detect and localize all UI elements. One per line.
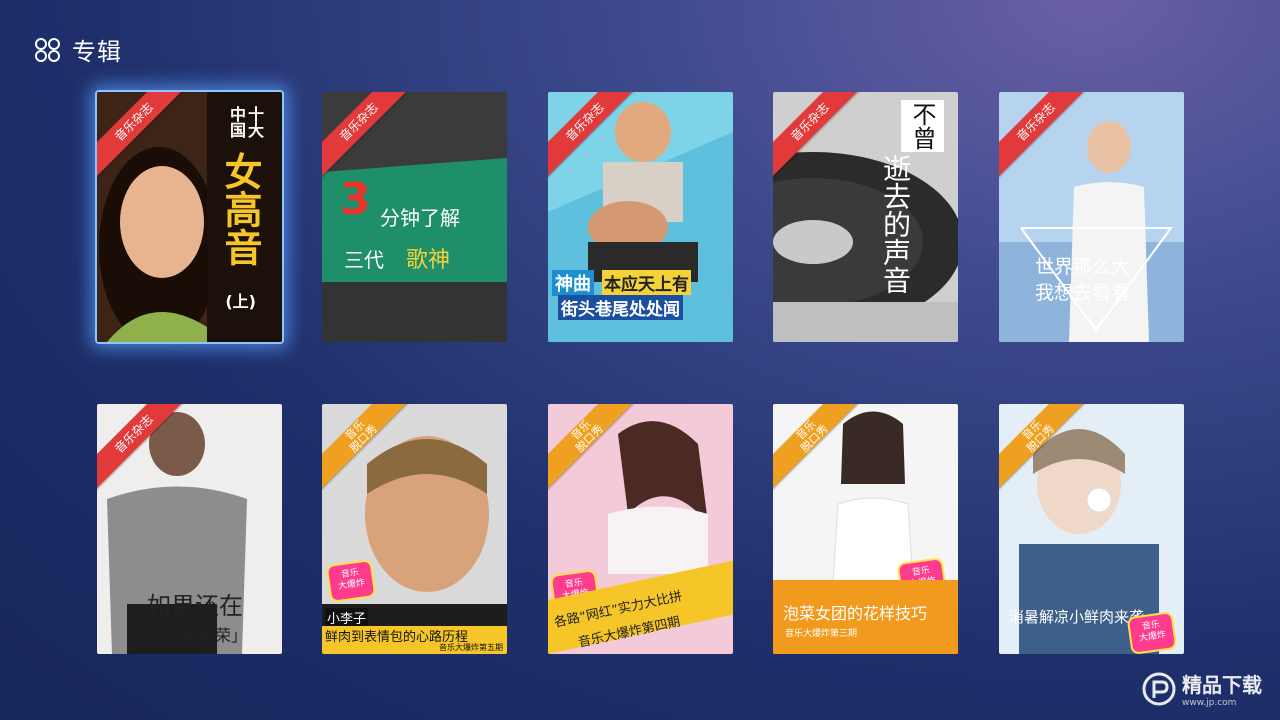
album-card-9[interactable]: 音乐 脱口秀 音乐 大爆炸 泡菜女团的花样技巧 音乐大爆炸第三期 <box>773 404 958 654</box>
cover-title: 逝去的声音 <box>879 154 912 294</box>
cover-subtitle: 「张国荣」 <box>167 626 248 645</box>
cover-title: 本应天上有 <box>602 270 691 295</box>
cover-title: 泡菜女团的花样技巧 <box>783 604 928 623</box>
cover-caption-band: 泡菜女团的花样技巧 音乐大爆炸第三期 <box>773 580 958 654</box>
cover-text-small: 十大 <box>245 106 264 138</box>
show-logo: 音乐 大爆炸 <box>1128 613 1176 653</box>
cover-subtitle: 我想去看看 <box>1035 282 1131 304</box>
cover-name-tag: 小李子 <box>325 608 369 627</box>
album-card-6[interactable]: 音乐杂志 如果还在 「张国荣」 <box>97 404 282 654</box>
cover-subtitle: (上) <box>225 292 256 311</box>
site-watermark: 精品下载 www.jp.com <box>1142 669 1262 708</box>
cover-title: 消暑解凉小鲜肉来袭 <box>1009 608 1145 626</box>
show-logo-text: 音乐 大爆炸 <box>1138 619 1167 644</box>
album-card-5[interactable]: 音乐杂志 世界那么大 我想去看看 <box>999 92 1184 342</box>
page-header: 专辑 <box>34 32 122 67</box>
cover-subtitle-accent: 歌神 <box>406 248 451 273</box>
cover-title: 女高音 <box>218 152 262 266</box>
cover-subtitle: 街头巷尾处处闻 <box>558 295 683 320</box>
cover-subtitle: 音乐大爆炸第五期 <box>439 643 503 652</box>
cover-title: 如果还在 <box>147 592 243 620</box>
cover-number: 3 <box>340 174 371 225</box>
show-logo-text: 音乐 大爆炸 <box>337 567 366 592</box>
watermark-text: 精品下载 <box>1182 673 1262 697</box>
cover-title-small: 不曾 <box>901 100 944 152</box>
cover-caption-band: 鲜肉到表情包的心路历程 音乐大爆炸第五期 <box>322 626 507 654</box>
album-card-7[interactable]: 音乐 脱口秀 音乐 大爆炸 小李子 鲜肉到表情包的心路历程 音乐大爆炸第五期 <box>322 404 507 654</box>
album-card-2[interactable]: 音乐杂志 3 分钟了解 三代 歌神 <box>322 92 507 342</box>
album-card-8[interactable]: 音乐 脱口秀 音乐 大爆炸 各路“网红”实力大比拼 音乐大爆炸第四期 <box>548 404 733 654</box>
apps-grid-icon[interactable] <box>34 37 62 63</box>
album-grid: 音乐杂志 中国 十大 女高音 (上) 音乐杂志 3 分钟了解 三代 歌神 音乐杂… <box>97 92 1184 654</box>
cover-title: 世界那么大 <box>1035 256 1131 278</box>
cover-title: 分钟了解 <box>380 206 460 230</box>
cover-subtitle: 三代 <box>344 248 384 272</box>
watermark-url: www.jp.com <box>1182 698 1237 708</box>
cover-title-badge: 神曲 <box>552 270 594 296</box>
cover-subtitle: 音乐大爆炸第三期 <box>785 629 858 639</box>
album-card-3[interactable]: 音乐杂志 神曲 本应天上有 街头巷尾处处闻 <box>548 92 733 342</box>
watermark-logo-icon <box>1142 672 1176 705</box>
page-title: 专辑 <box>72 38 122 66</box>
cover-caption-band: 神曲 本应天上有 街头巷尾处处闻 <box>548 268 733 320</box>
album-card-4[interactable]: 音乐杂志 不曾 逝去的声音 <box>773 92 958 342</box>
album-card-1[interactable]: 音乐杂志 中国 十大 女高音 (上) <box>97 92 282 342</box>
album-card-10[interactable]: 音乐 脱口秀 消暑解凉小鲜肉来袭 音乐 大爆炸 <box>999 404 1184 654</box>
show-logo: 音乐 大爆炸 <box>327 561 375 601</box>
